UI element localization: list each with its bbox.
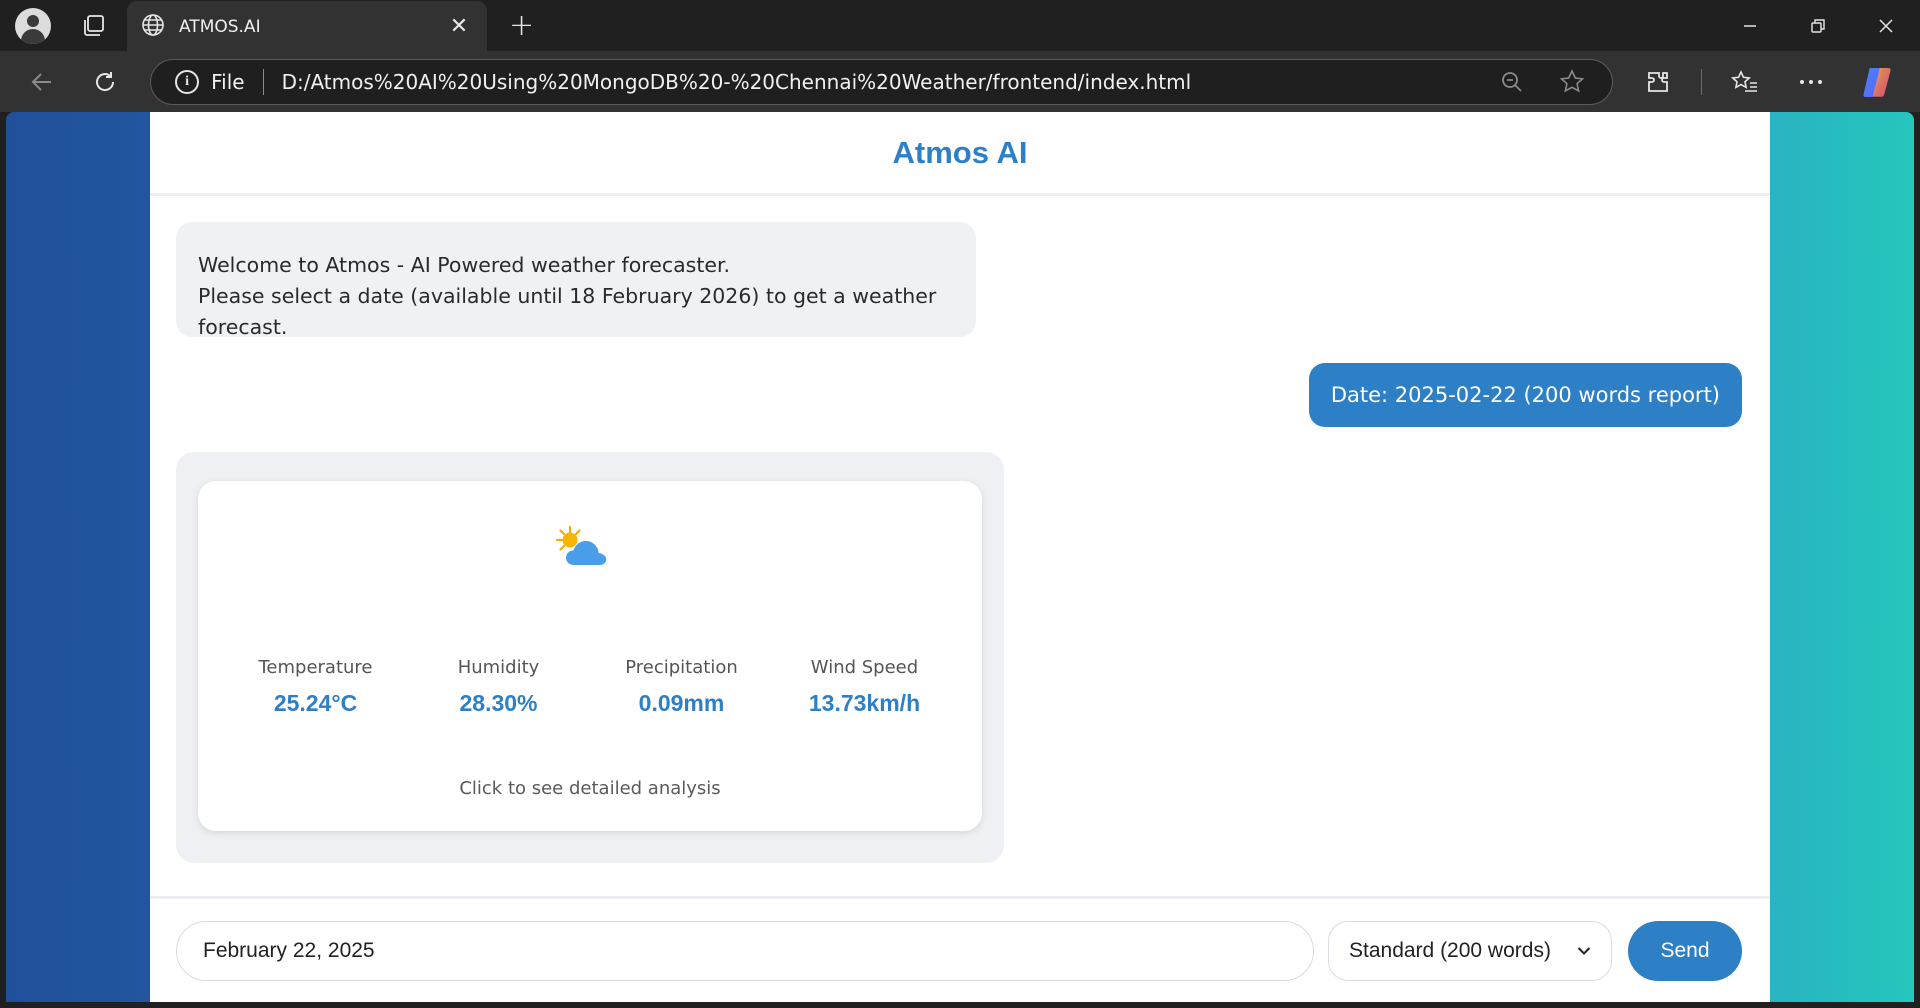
new-tab-button[interactable]: + <box>509 8 534 43</box>
bot-message-line: Please select a date (available until 18… <box>198 284 937 339</box>
browser-navbar: i File D:/Atmos%20AI%20Using%20MongoDB%2… <box>0 51 1920 112</box>
user-message: Date: 2025-02-22 (200 words report) <box>1308 363 1742 427</box>
app-header: Atmos AI <box>150 112 1770 196</box>
favorites-list-icon[interactable] <box>1722 59 1768 105</box>
address-scheme: File <box>211 69 245 94</box>
metric-wind-speed: Wind Speed 13.73km/h <box>808 657 921 716</box>
bot-message: Welcome to Atmos - AI Powered weather fo… <box>176 222 976 339</box>
bot-weather-message: Temperature 25.24°C Humidity 28.30% Prec… <box>176 452 1004 863</box>
app-container: Atmos AI Welcome to Atmos - AI Powered w… <box>150 112 1770 1002</box>
globe-icon <box>141 13 165 41</box>
copilot-icon[interactable] <box>1854 59 1900 105</box>
send-button[interactable]: Send <box>1628 921 1742 981</box>
weather-metrics: Temperature 25.24°C Humidity 28.30% Prec… <box>198 657 982 717</box>
bot-message-line: Welcome to Atmos - AI Powered weather fo… <box>198 253 731 277</box>
extensions-icon[interactable] <box>1635 59 1681 105</box>
tab-close-icon[interactable]: ✕ <box>445 14 473 39</box>
restore-icon[interactable] <box>1784 0 1852 51</box>
partly-sunny-icon <box>555 525 607 565</box>
favorite-star-icon[interactable] <box>1554 64 1590 100</box>
more-options-icon[interactable] <box>1788 59 1834 105</box>
close-window-icon[interactable] <box>1852 0 1920 51</box>
metric-humidity: Humidity 28.30% <box>457 657 540 716</box>
site-info-icon[interactable]: i <box>175 69 200 94</box>
browser-titlebar: ATMOS.AI ✕ + <box>0 0 1920 52</box>
tab-atmos[interactable]: ATMOS.AI ✕ <box>127 1 487 52</box>
app-title: Atmos AI <box>892 134 1028 170</box>
input-bar: February 22, 2025 Standard (200 words) S… <box>150 896 1770 1002</box>
minimize-icon[interactable] <box>1716 0 1784 51</box>
chat-area[interactable]: Welcome to Atmos - AI Powered weather fo… <box>150 199 1770 863</box>
chevron-down-icon <box>1577 947 1591 955</box>
url-text[interactable]: D:/Atmos%20AI%20Using%20MongoDB%20-%20Ch… <box>282 70 1470 94</box>
report-length-select[interactable]: Standard (200 words) <box>1328 921 1612 981</box>
address-bar[interactable]: i File D:/Atmos%20AI%20Using%20MongoDB%2… <box>150 58 1613 105</box>
workspaces-icon[interactable] <box>73 6 113 46</box>
tab-title: ATMOS.AI <box>179 16 261 37</box>
zoom-out-icon[interactable] <box>1494 64 1530 100</box>
date-input[interactable]: February 22, 2025 <box>176 921 1314 981</box>
back-arrow-icon[interactable] <box>20 60 63 104</box>
metric-precipitation: Precipitation 0.09mm <box>625 657 738 716</box>
page-viewport: Atmos AI Welcome to Atmos - AI Powered w… <box>6 112 1914 1002</box>
detailed-analysis-link[interactable]: Click to see detailed analysis <box>198 778 982 799</box>
weather-card[interactable]: Temperature 25.24°C Humidity 28.30% Prec… <box>198 481 982 831</box>
refresh-icon[interactable] <box>83 60 126 104</box>
profile-avatar-icon[interactable] <box>15 7 51 44</box>
report-length-selected: Standard (200 words) <box>1349 939 1551 962</box>
metric-temperature: Temperature 25.24°C <box>258 657 373 716</box>
